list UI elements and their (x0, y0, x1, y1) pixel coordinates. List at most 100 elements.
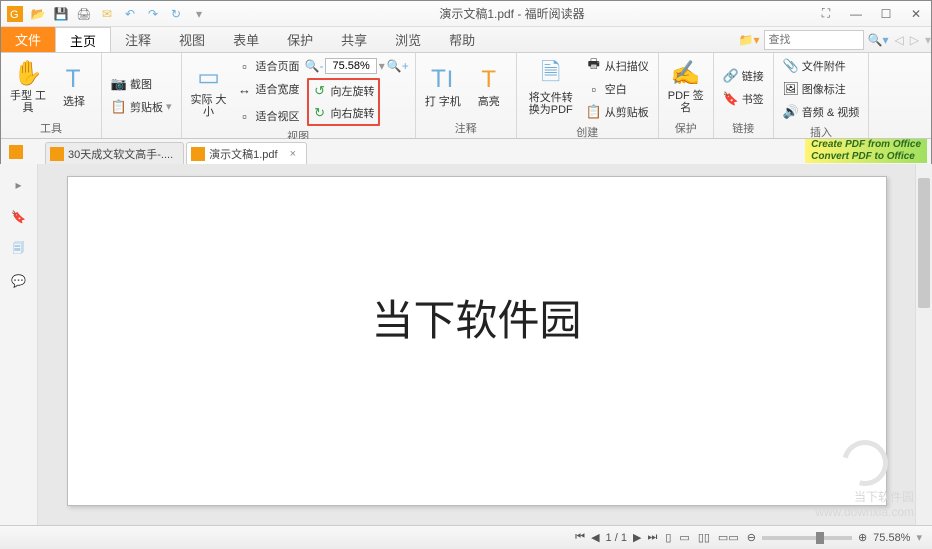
app-icon: G (5, 4, 25, 24)
qat-cursor-icon[interactable]: ↻ (166, 4, 186, 24)
attachment-icon: 📎 (783, 58, 799, 74)
nav-menu-icon[interactable]: ▾ (925, 33, 931, 47)
pages-panel-icon[interactable]: 🗐 (8, 238, 30, 260)
page-indicator[interactable]: 1 / 1 (606, 532, 627, 544)
search-icon[interactable]: 🔍▾ (868, 33, 889, 47)
tab-share[interactable]: 共享 (327, 27, 381, 52)
view-mode-cover-icon[interactable]: ▭▭ (718, 531, 739, 544)
qat-redo-icon[interactable]: ↷ (143, 4, 163, 24)
convert-icon: 🗎 (537, 62, 565, 90)
zoom-percent-status[interactable]: 75.58% (873, 532, 910, 544)
select-tool-button[interactable]: Ꭲ选择 (53, 55, 95, 119)
file-menu-button[interactable]: 文件 (1, 27, 55, 52)
first-page-icon[interactable]: ⏮ (575, 531, 585, 544)
promo-banner[interactable]: Create PDF from OfficeConvert PDF to Off… (805, 139, 927, 163)
actual-size-icon: ▭ (195, 64, 223, 92)
tab-view[interactable]: 视图 (165, 27, 219, 52)
tab-help[interactable]: 帮助 (435, 27, 489, 52)
fit-width-icon: ↔ (237, 81, 253, 97)
document-tab-active[interactable]: 演示文稿1.pdf× (186, 142, 307, 164)
tab-browse[interactable]: 浏览 (381, 27, 435, 52)
rotate-left-icon: ↺ (312, 83, 328, 99)
close-icon[interactable]: ✕ (905, 5, 927, 23)
signature-icon: ✍ (672, 60, 700, 88)
image-icon: 🖼 (783, 81, 799, 97)
view-mode-continuous-icon[interactable]: ▯ (665, 531, 671, 544)
actual-size-button[interactable]: ▭实际 大小 (188, 55, 230, 127)
svg-text:G: G (10, 9, 19, 21)
ribbon-collapse-icon[interactable]: ⛶ (815, 5, 837, 23)
next-page-icon[interactable]: ▶ (633, 531, 641, 544)
convert-button[interactable]: 🗎将文件转 换为PDF (523, 55, 579, 123)
bookmark-button[interactable]: 🔖书签 (720, 88, 767, 110)
rotate-right-button[interactable]: ↻向右旋转 (309, 102, 378, 124)
zoom-slider[interactable] (762, 536, 852, 540)
nav-back-icon[interactable]: ◁ (895, 33, 904, 47)
content-area: ▸ 🔖 🗐 💬 当下软件园 (0, 164, 932, 525)
blank-icon: ▫ (586, 81, 602, 97)
search-input[interactable] (764, 30, 864, 50)
media-button[interactable]: 🔊音频 & 视频 (780, 101, 862, 123)
status-bar: ⏮ ◀ 1 / 1 ▶ ⏭ ▯ ▭ ▯▯ ▭▭ ⊖ ⊕ 75.58%▾ (0, 525, 932, 549)
nav-forward-icon[interactable]: ▷ (910, 33, 919, 47)
fit-page-button[interactable]: ▫适合页面 (234, 55, 303, 77)
prev-page-icon[interactable]: ◀ (591, 531, 599, 544)
zoom-out-icon[interactable]: 🔍- (305, 59, 324, 73)
highlight-button[interactable]: T高亮 (468, 55, 510, 119)
qat-print-icon[interactable]: 🖨 (74, 4, 94, 24)
group-label-clipboard (108, 135, 175, 136)
zoom-in-icon[interactable]: 🔍+ (387, 59, 409, 73)
qat-open-icon[interactable]: 📂 (28, 4, 48, 24)
typewriter-icon: ᎢI (429, 66, 457, 94)
comments-panel-icon[interactable]: 💬 (8, 270, 30, 292)
from-scanner-button[interactable]: 🖶从扫描仪 (583, 55, 652, 77)
blank-pdf-button[interactable]: ▫空白 (583, 78, 652, 100)
tab-close-icon[interactable]: × (290, 148, 296, 160)
qat-undo-icon[interactable]: ↶ (120, 4, 140, 24)
zoom-in-status-icon[interactable]: ⊕ (858, 531, 867, 544)
fit-visible-button[interactable]: ▫适合视区 (234, 105, 316, 127)
hand-tool-button[interactable]: ✋手型 工具 (7, 55, 49, 119)
maximize-icon[interactable]: ☐ (875, 5, 897, 23)
link-button[interactable]: 🔗链接 (720, 65, 767, 87)
search-folder-icon[interactable]: 📁▾ (739, 33, 760, 47)
ribbon: ✋手型 工具 Ꭲ选择 工具 📷截图 📋剪贴板▾ ▭实际 大小 ▫适合页面 🔍- … (1, 53, 931, 139)
bookmarks-panel-icon[interactable]: 🔖 (8, 206, 30, 228)
pdf-icon (50, 147, 64, 161)
pdf-page: 当下软件园 (67, 176, 887, 506)
view-mode-single-icon[interactable]: ▭ (679, 531, 689, 544)
tab-form[interactable]: 表单 (219, 27, 273, 52)
hand-icon: ✋ (14, 60, 42, 88)
tab-protect[interactable]: 保护 (273, 27, 327, 52)
document-viewer[interactable]: 当下软件园 (38, 164, 915, 525)
tab-home[interactable]: 主页 (55, 27, 111, 52)
clipboard-icon: 📋 (111, 99, 127, 115)
page-text: 当下软件园 (371, 287, 581, 505)
tab-comment[interactable]: 注释 (111, 27, 165, 52)
qat-save-icon[interactable]: 💾 (51, 4, 71, 24)
image-annot-button[interactable]: 🖼图像标注 (780, 78, 862, 100)
fit-visible-icon: ▫ (237, 108, 253, 124)
qat-email-icon[interactable]: ✉ (97, 4, 117, 24)
group-label-protect: 保护 (665, 119, 707, 136)
rotate-left-button[interactable]: ↺向左旋转 (309, 80, 378, 102)
snapshot-button[interactable]: 📷截图 (108, 73, 175, 95)
from-clipboard-button[interactable]: 📋从剪贴板 (583, 101, 652, 123)
sidepanel-collapse-icon[interactable]: ▸ (8, 174, 30, 196)
fit-width-button[interactable]: ↔适合宽度 (234, 78, 303, 100)
vertical-scrollbar[interactable] (915, 164, 932, 525)
view-mode-facing-icon[interactable]: ▯▯ (698, 531, 710, 544)
highlight-icon: T (475, 66, 503, 94)
minimize-icon[interactable]: ― (845, 5, 867, 23)
scrollbar-thumb[interactable] (918, 178, 930, 308)
zoom-out-status-icon[interactable]: ⊖ (747, 531, 756, 544)
typewriter-button[interactable]: ᎢI打 字机 (422, 55, 464, 119)
document-tab[interactable]: 30天成文软文高手-.... (45, 142, 184, 164)
pdf-sign-button[interactable]: ✍PDF 签名 (665, 55, 707, 119)
attach-button[interactable]: 📎文件附件 (780, 55, 862, 77)
zoom-slider-knob[interactable] (816, 532, 824, 544)
clipboard-button[interactable]: 📋剪贴板▾ (108, 96, 175, 118)
qat-dropdown-icon[interactable]: ▾ (189, 4, 209, 24)
last-page-icon[interactable]: ⏭ (647, 531, 657, 544)
zoom-value[interactable]: 75.58% (325, 58, 376, 74)
